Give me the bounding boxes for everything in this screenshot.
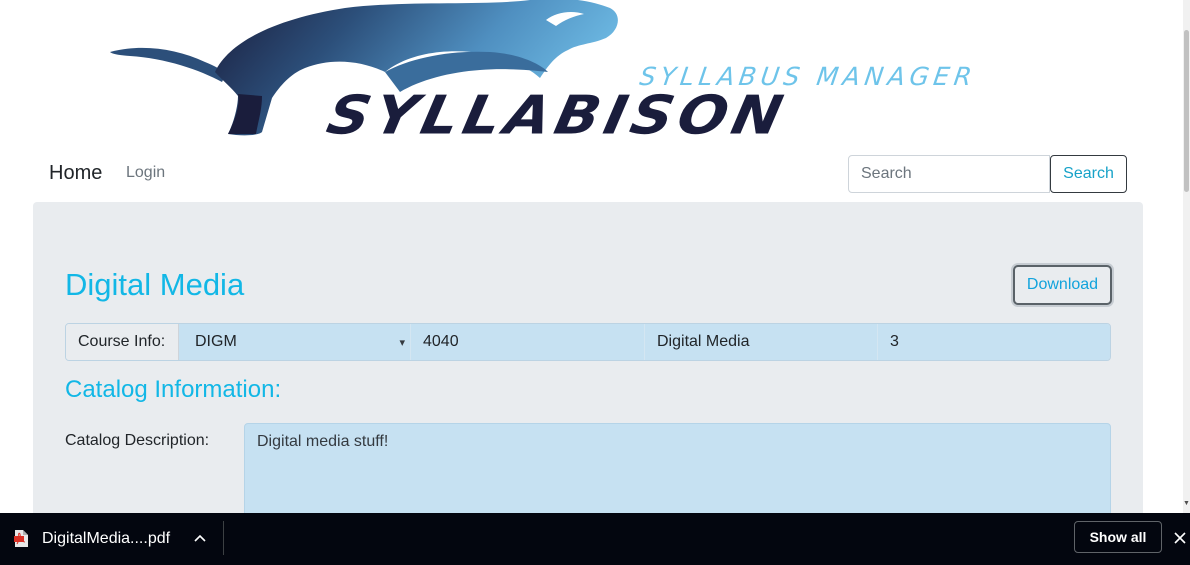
catalog-description-textarea[interactable]: Digital media stuff! [244,423,1111,523]
scroll-down-icon[interactable]: ▼ [1183,500,1190,510]
pdf-file-icon [14,530,28,547]
search-button[interactable]: Search [1050,155,1127,193]
page-title: Digital Media [65,267,245,302]
nav-login-link[interactable]: Login [126,164,165,182]
catalog-heading: Catalog Information: [65,376,282,403]
course-name-field[interactable]: Digital Media [645,324,878,360]
shelf-divider [223,521,224,555]
scrollbar-thumb[interactable] [1184,30,1189,192]
department-value: DIGM [195,333,237,350]
download-shelf [0,513,1190,565]
search-input[interactable] [848,155,1050,193]
department-select[interactable]: DIGM ▾ [179,324,411,360]
chevron-up-icon[interactable] [192,531,208,545]
catalog-description-label: Catalog Description: [65,432,210,449]
logo-title: SYLLABISON [321,84,793,147]
site-logo: SYLLABUS MANAGER SYLLABISON [0,0,1183,150]
course-info-row: Course Info: DIGM ▾ 4040 Digital Media 3 [65,323,1111,361]
close-icon[interactable] [1172,530,1188,546]
course-number-field[interactable]: 4040 [411,324,645,360]
download-filename[interactable]: DigitalMedia....pdf [42,530,170,548]
nav-home-link[interactable]: Home [49,162,102,185]
course-info-label: Course Info: [66,324,179,360]
download-button[interactable]: Download [1013,265,1112,305]
course-credits-field[interactable]: 3 [878,324,1110,360]
show-all-button[interactable]: Show all [1074,521,1162,553]
dropdown-caret-icon: ▾ [399,337,405,349]
